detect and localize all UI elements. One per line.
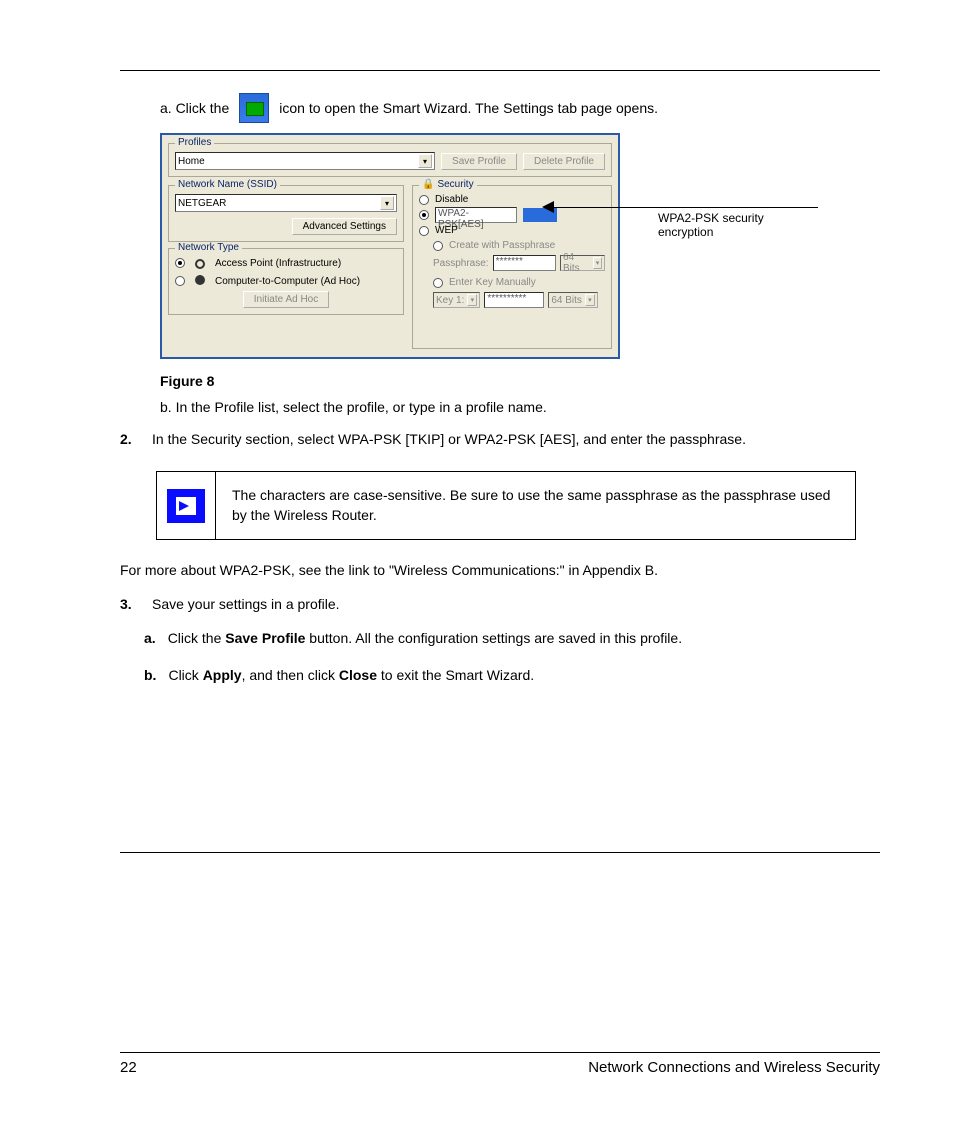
security-legend: 🔒Security <box>419 179 477 190</box>
note-arrow-icon <box>167 489 205 523</box>
step-2-number: 2. <box>120 431 142 447</box>
figure: Profiles Home ▾ Save Profile Delete Prof… <box>160 133 650 359</box>
wpa-select[interactable]: WPA2-PSK[AES] <box>435 207 517 223</box>
network-type-group: Network Type Access Point (Infrastructur… <box>168 248 404 315</box>
profiles-group: Profiles Home ▾ Save Profile Delete Prof… <box>168 143 612 177</box>
advanced-settings-button[interactable]: Advanced Settings <box>292 218 397 235</box>
profiles-legend: Profiles <box>175 137 214 148</box>
save-profile-button[interactable]: Save Profile <box>441 153 517 170</box>
disable-label: Disable <box>435 194 468 205</box>
create-pass-label: Create with Passphrase <box>449 240 555 251</box>
chevron-down-icon: ▾ <box>380 196 394 210</box>
step-a-suffix: icon to open the Smart Wizard. The Setti… <box>279 100 658 116</box>
ssid-combo[interactable]: NETGEAR ▾ <box>175 194 397 212</box>
key-input: ********** <box>484 292 544 308</box>
network-type-legend: Network Type <box>175 242 242 253</box>
wep-radio[interactable] <box>419 226 429 236</box>
pass-label: Passphrase: <box>433 258 489 269</box>
substep-a-text: Click the Save Profile button. All the c… <box>168 628 682 648</box>
substep-a-num: a. <box>144 628 156 648</box>
bottom-rule <box>120 852 880 853</box>
bits-combo: 64 Bits▾ <box>560 255 605 271</box>
lock-icon: 🔒 <box>422 179 434 190</box>
page-number: 22 <box>120 1059 137 1076</box>
ssid-group: Network Name (SSID) NETGEAR ▾ Advanced S… <box>168 185 404 242</box>
key-combo: Key 1:▾ <box>433 292 480 308</box>
callout-text: WPA2-PSK security encryption <box>658 211 778 239</box>
wpa-radio[interactable] <box>419 210 429 220</box>
settings-window: Profiles Home ▾ Save Profile Delete Prof… <box>160 133 620 359</box>
substep-a: a. Click the Save Profile button. All th… <box>144 628 880 648</box>
adhoc-label: Computer-to-Computer (Ad Hoc) <box>215 276 360 287</box>
note-icon-cell <box>157 472 216 539</box>
note-box: The characters are case-sensitive. Be su… <box>156 471 856 540</box>
create-pass-radio <box>433 241 443 251</box>
step-2: 2. In the Security section, select WPA-P… <box>120 431 880 447</box>
security-group: 🔒Security Disable WPA2-PSK[AES] WEP <box>412 185 612 349</box>
profile-combo[interactable]: Home ▾ <box>175 152 435 170</box>
bits-combo-2: 64 Bits▾ <box>548 292 598 308</box>
substep-b-text: Click Apply, and then click Close to exi… <box>168 665 534 685</box>
page-footer: 22 Network Connections and Wireless Secu… <box>120 1052 880 1076</box>
adhoc-radio[interactable] <box>175 276 185 286</box>
substep-b: b. Click Apply, and then click Close to … <box>144 665 880 685</box>
manual-key-radio <box>433 278 443 288</box>
top-rule <box>120 70 880 71</box>
page-title: Network Connections and Wireless Securit… <box>588 1059 880 1076</box>
adhoc-icon <box>191 275 209 287</box>
disable-radio[interactable] <box>419 195 429 205</box>
chevron-down-icon: ▾ <box>418 154 432 168</box>
profile-value: Home <box>178 156 418 167</box>
signal-icon <box>191 257 209 269</box>
step-2-text: In the Security section, select WPA-PSK … <box>152 431 746 447</box>
pass-input[interactable]: ******* <box>493 255 556 271</box>
step-a: a. Click the icon to open the Smart Wiza… <box>120 93 880 123</box>
note-text: The characters are case-sensitive. Be su… <box>216 472 855 539</box>
substep-b-num: b. <box>144 665 156 685</box>
step-b: b. In the Profile list, select the profi… <box>160 399 880 415</box>
wep-label: WEP <box>435 225 458 236</box>
initiate-adhoc-button[interactable]: Initiate Ad Hoc <box>243 291 329 308</box>
step-3: 3. Save your settings in a profile. <box>120 596 880 612</box>
callout-line <box>548 207 818 208</box>
step-3-text: Save your settings in a profile. <box>152 596 340 612</box>
callout-label: WPA2-PSK security encryption <box>658 211 778 239</box>
reference-paragraph: For more about WPA2-PSK, see the link to… <box>120 560 880 580</box>
figure-caption: Figure 8 <box>160 373 880 389</box>
ap-radio[interactable] <box>175 258 185 268</box>
tray-icon <box>239 93 269 123</box>
step-a-prefix: a. Click the <box>160 100 229 116</box>
ap-label: Access Point (Infrastructure) <box>215 258 341 269</box>
manual-key-label: Enter Key Manually <box>449 277 536 288</box>
ssid-value: NETGEAR <box>178 198 380 209</box>
ssid-legend: Network Name (SSID) <box>175 179 280 190</box>
step-3-number: 3. <box>120 596 142 612</box>
delete-profile-button[interactable]: Delete Profile <box>523 153 605 170</box>
